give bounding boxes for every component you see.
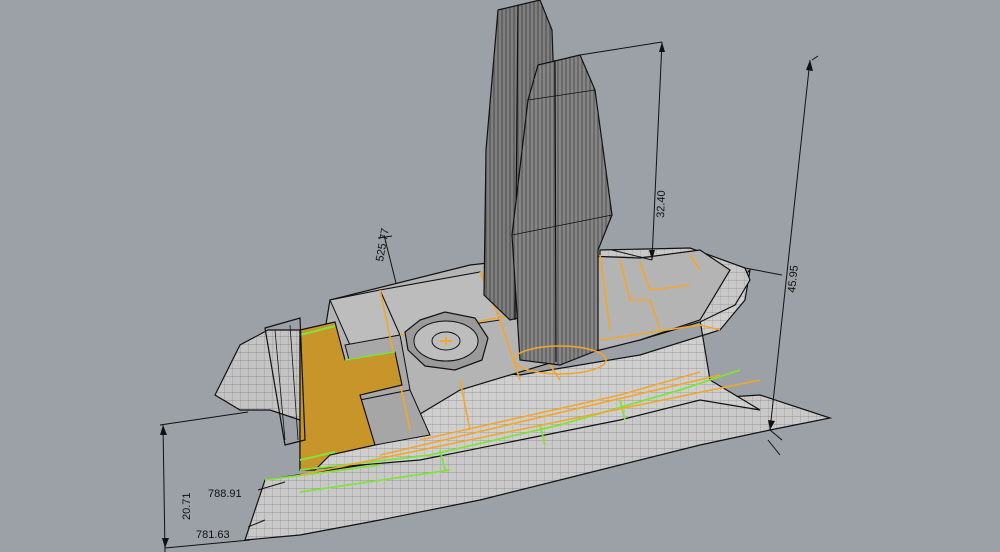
cad-viewport[interactable]: 525.77 32.40 45.95 20.71 788.91 781.63 [0,0,1000,552]
dimension-label-5: 788.91 [208,488,242,500]
model-canvas: 525.77 32.40 45.95 20.71 788.91 781.63 [159,0,833,552]
dimension-label-2: 32.40 [655,190,668,218]
dimension-label-6: 781.63 [196,529,230,541]
dimension-label-4: 20.71 [181,492,193,520]
dimension-label-3: 45.95 [786,265,801,294]
